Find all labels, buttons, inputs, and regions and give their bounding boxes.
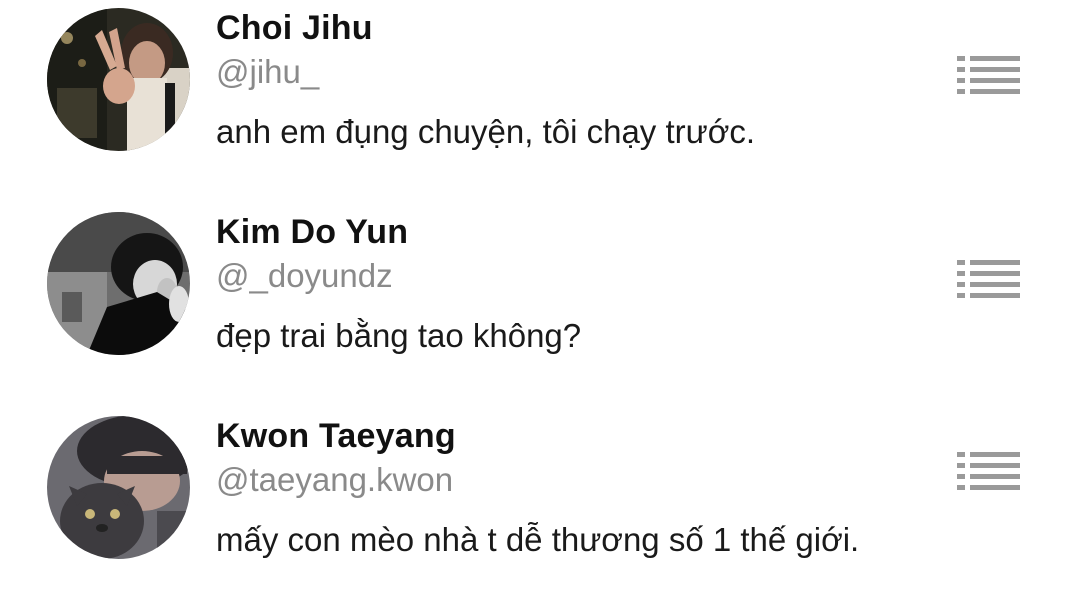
list-menu-icon[interactable] bbox=[952, 256, 1024, 300]
avatar[interactable] bbox=[47, 416, 190, 559]
user-name[interactable]: Choi Jihu bbox=[216, 9, 373, 48]
person-photo-monochrome-icon bbox=[47, 212, 190, 355]
user-name[interactable]: Kim Do Yun bbox=[216, 213, 408, 252]
list-item[interactable]: Kim Do Yun @_doyundz đẹp trai bằng tao k… bbox=[0, 204, 1078, 404]
person-with-cat-photo-icon bbox=[47, 416, 190, 559]
user-list: Choi Jihu @jihu_ anh em đụng chuyện, tôi… bbox=[0, 0, 1078, 604]
list-menu-icon[interactable] bbox=[952, 448, 1024, 492]
user-bio: mấy con mèo nhà t dễ thương số 1 thế giớ… bbox=[216, 521, 860, 558]
list-item[interactable]: Kwon Taeyang @taeyang.kwon mấy con mèo n… bbox=[0, 408, 1078, 604]
user-handle[interactable]: @taeyang.kwon bbox=[216, 461, 453, 499]
user-handle[interactable]: @_doyundz bbox=[216, 257, 393, 295]
user-name[interactable]: Kwon Taeyang bbox=[216, 417, 456, 456]
person-photo-night-icon bbox=[47, 8, 190, 151]
avatar[interactable] bbox=[47, 212, 190, 355]
list-menu-icon[interactable] bbox=[952, 52, 1024, 96]
user-bio: anh em đụng chuyện, tôi chạy trước. bbox=[216, 113, 756, 150]
user-handle[interactable]: @jihu_ bbox=[216, 53, 319, 91]
avatar[interactable] bbox=[47, 8, 190, 151]
user-bio: đẹp trai bằng tao không? bbox=[216, 317, 582, 354]
list-item[interactable]: Choi Jihu @jihu_ anh em đụng chuyện, tôi… bbox=[0, 0, 1078, 200]
